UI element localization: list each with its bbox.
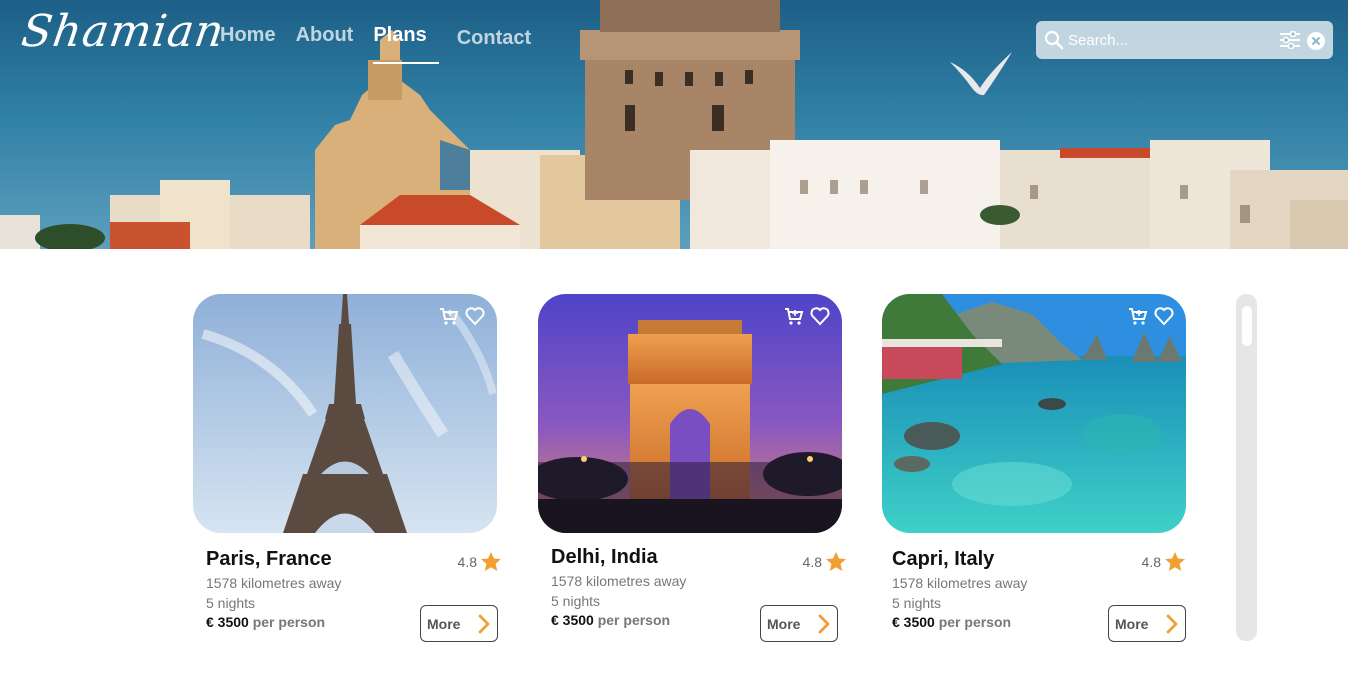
- card-nights: 5 nights: [892, 595, 942, 611]
- capri-coast-image: [882, 294, 1186, 533]
- chevron-right-icon: [478, 614, 490, 634]
- price-suffix: per person: [938, 614, 1012, 630]
- main-nav: Home About Plans Contact: [220, 24, 551, 64]
- chevron-right-icon: [1166, 614, 1178, 634]
- india-gate-image: [538, 294, 842, 533]
- card-price: € 3500 per person: [892, 614, 1011, 630]
- scrollbar-thumb[interactable]: [1242, 306, 1252, 346]
- card-image-delhi[interactable]: [538, 294, 842, 533]
- card-actions: [784, 306, 830, 326]
- card-rating: 4.8: [458, 552, 501, 571]
- nav-contact[interactable]: Contact: [457, 27, 531, 50]
- more-button[interactable]: More: [1108, 605, 1186, 642]
- card-title: Capri, Italy: [892, 548, 995, 570]
- add-to-cart-icon[interactable]: [439, 306, 459, 326]
- add-to-cart-icon[interactable]: [784, 306, 804, 326]
- plan-card-paris[interactable]: Paris, France 4.8 1578 kilometres away 5…: [193, 294, 501, 644]
- favorite-heart-icon[interactable]: [1154, 306, 1174, 326]
- card-price: € 3500 per person: [551, 612, 670, 628]
- card-title: Paris, France: [206, 548, 332, 570]
- scrollbar-track[interactable]: [1236, 294, 1257, 641]
- more-label: More: [427, 616, 461, 632]
- more-label: More: [1115, 616, 1149, 632]
- star-icon: [826, 552, 846, 571]
- rating-value: 4.8: [802, 553, 822, 570]
- card-actions: [439, 306, 485, 326]
- card-price: € 3500 per person: [206, 614, 325, 630]
- price-suffix: per person: [597, 612, 671, 628]
- card-image-capri[interactable]: [882, 294, 1186, 533]
- star-icon: [1165, 552, 1185, 571]
- nav-home[interactable]: Home: [220, 24, 276, 50]
- card-image-paris[interactable]: [193, 294, 497, 533]
- rating-value: 4.8: [1141, 553, 1161, 570]
- eiffel-tower-image: [193, 294, 497, 533]
- chevron-right-icon: [818, 614, 830, 634]
- more-button[interactable]: More: [420, 605, 498, 642]
- star-icon: [481, 552, 501, 571]
- favorite-heart-icon[interactable]: [465, 306, 485, 326]
- price-value: € 3500: [892, 614, 935, 630]
- search-bar: [1036, 21, 1333, 59]
- more-button[interactable]: More: [760, 605, 838, 642]
- plan-card-capri[interactable]: Capri, Italy 4.8 1578 kilometres away 5 …: [882, 294, 1186, 644]
- card-actions: [1128, 306, 1174, 326]
- price-suffix: per person: [252, 614, 326, 630]
- rating-value: 4.8: [457, 553, 477, 570]
- card-rating: 4.8: [1142, 552, 1185, 571]
- card-nights: 5 nights: [551, 593, 601, 609]
- card-distance: 1578 kilometres away: [551, 573, 687, 589]
- favorite-heart-icon[interactable]: [810, 306, 830, 326]
- price-value: € 3500: [206, 614, 249, 630]
- card-rating: 4.8: [803, 552, 846, 571]
- clear-search-icon[interactable]: [1306, 31, 1326, 51]
- filter-icon[interactable]: [1279, 31, 1301, 49]
- card-title: Delhi, India: [551, 546, 658, 568]
- search-input[interactable]: [1068, 29, 1268, 51]
- card-nights: 5 nights: [206, 595, 256, 611]
- plan-card-delhi[interactable]: Delhi, India 4.8 1578 kilometres away 5 …: [538, 294, 846, 644]
- brand-logo[interactable]: Shamian: [18, 6, 227, 57]
- card-distance: 1578 kilometres away: [206, 575, 342, 591]
- price-value: € 3500: [551, 612, 594, 628]
- search-icon[interactable]: [1044, 30, 1064, 50]
- card-distance: 1578 kilometres away: [892, 575, 1028, 591]
- add-to-cart-icon[interactable]: [1128, 306, 1148, 326]
- hero-banner: Shamian Home About Plans Contact: [0, 0, 1348, 249]
- more-label: More: [767, 616, 801, 632]
- nav-plans[interactable]: Plans: [373, 24, 440, 64]
- nav-about[interactable]: About: [296, 24, 354, 50]
